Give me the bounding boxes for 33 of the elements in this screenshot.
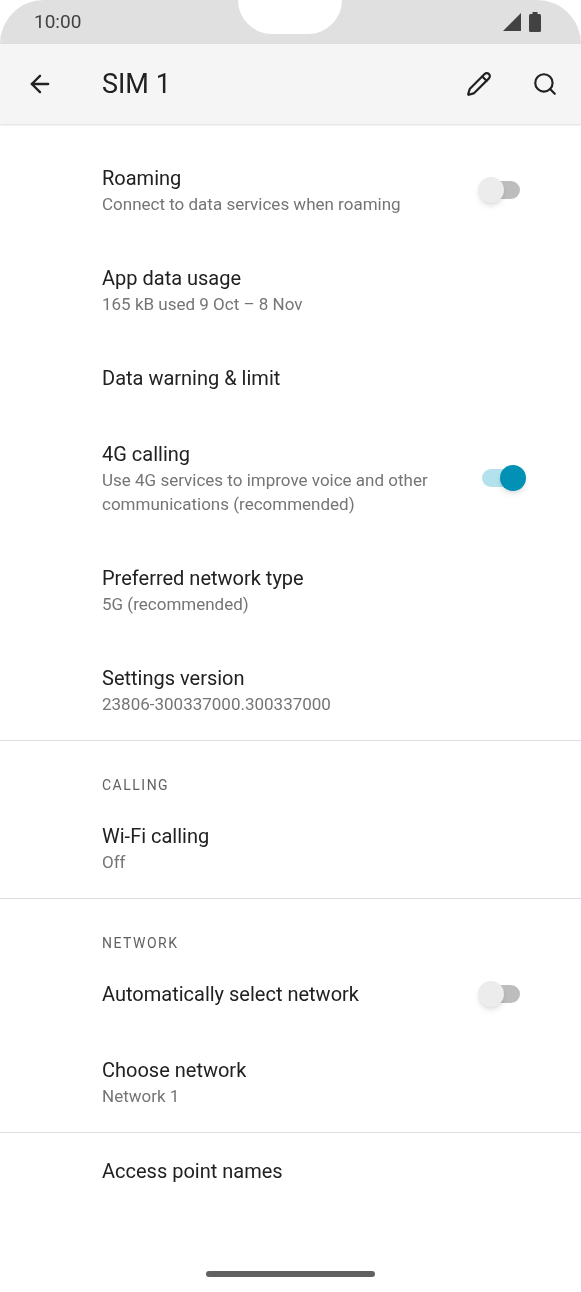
item-title: Preferred network type: [102, 565, 305, 592]
status-time: 10:00: [34, 8, 82, 35]
settings-item[interactable]: Preferred network type 5G (recommended): [0, 540, 581, 640]
item-title: Wi-Fi calling: [102, 823, 211, 850]
item-title: Roaming: [102, 165, 183, 192]
section-header: CALLING: [101, 776, 171, 795]
settings-item[interactable]: Data warning & limit: [0, 340, 581, 416]
item-summary: Use 4G services to improve voice and other communications (recommended): [102, 469, 429, 516]
app-bar-title: SIM 1: [102, 66, 172, 102]
item-title: 4G calling: [102, 441, 192, 468]
item-summary: Connect to data services when roaming: [102, 193, 402, 216]
settings-item[interactable]: Automatically select network: [0, 956, 581, 1032]
item-summary: Network 1: [102, 1085, 181, 1108]
settings-item[interactable]: 4G calling Use 4G services to improve voice and other communications (recommended): [0, 416, 581, 540]
item-title: Access point names: [102, 1158, 284, 1185]
item-title: Choose network: [102, 1057, 248, 1084]
battery-icon: [529, 12, 541, 32]
item-summary: 165 kB used 9 Oct – 8 Nov: [102, 293, 304, 316]
settings-item[interactable]: Access point names: [0, 1133, 581, 1209]
section-header: NETWORK: [101, 934, 180, 953]
settings-item[interactable]: Choose network Network 1: [0, 1032, 581, 1132]
settings-item[interactable]: Settings version 23806-300337000.300337000: [0, 640, 581, 740]
item-title: Settings version: [102, 665, 246, 692]
settings-item[interactable]: Roaming Connect to data services when roaming: [0, 140, 581, 240]
item-title: App data usage: [102, 265, 243, 292]
item-title: Automatically select network: [102, 981, 360, 1008]
item-summary: 23806-300337000.300337000: [102, 693, 332, 716]
settings-item[interactable]: App data usage 165 kB used 9 Oct – 8 Nov: [0, 240, 581, 340]
settings-item[interactable]: Wi-Fi calling Off: [0, 798, 581, 898]
item-title: Data warning & limit: [102, 365, 282, 392]
signal-icon: [503, 13, 521, 31]
item-summary: 5G (recommended): [102, 593, 250, 616]
item-summary: Off: [102, 851, 127, 874]
